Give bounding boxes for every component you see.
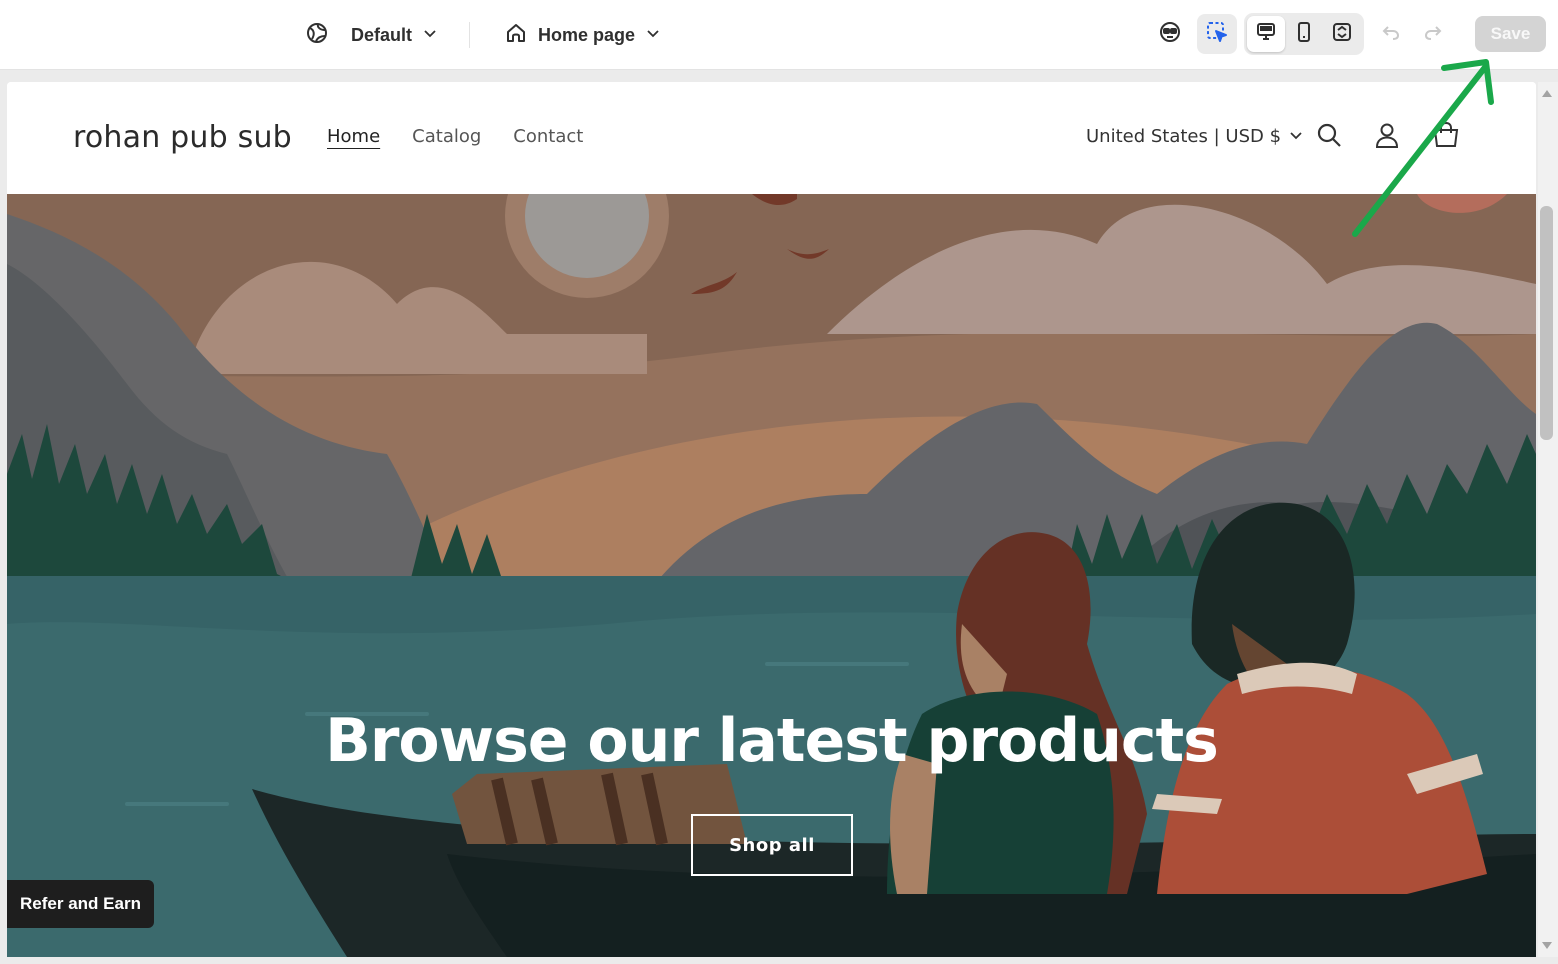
nav-contact[interactable]: Contact <box>513 126 583 147</box>
triangle-up-icon <box>1541 85 1553 103</box>
shop-all-button[interactable]: Shop all <box>691 814 853 876</box>
store-preview: rohan pub sub Home Catalog Contact Unite… <box>7 82 1536 957</box>
search-icon <box>1315 121 1343 154</box>
desktop-view-button[interactable] <box>1246 14 1286 54</box>
chevron-down-icon <box>645 25 661 46</box>
fullscreen-icon <box>1331 21 1353 48</box>
country-currency-selector[interactable]: United States | USD $ <box>1086 126 1303 147</box>
toolbar-divider <box>469 22 470 48</box>
store-header: rohan pub sub Home Catalog Contact Unite… <box>7 82 1536 194</box>
theme-selector-label: Default <box>351 24 413 45</box>
nav-home[interactable]: Home <box>327 126 380 147</box>
account-icon <box>1373 121 1401 154</box>
cart-button[interactable] <box>1429 120 1463 154</box>
sidekick-icon <box>1158 20 1182 49</box>
desktop-icon <box>1255 21 1277 48</box>
redo-button[interactable] <box>1413 14 1453 54</box>
undo-icon <box>1381 22 1401 47</box>
editor-toolbar: Default Home page Save <box>0 0 1558 70</box>
globe-icon <box>305 21 329 50</box>
hero-title: Browse our latest products <box>325 706 1219 776</box>
mobile-icon <box>1293 21 1315 48</box>
account-button[interactable] <box>1370 120 1404 154</box>
save-button[interactable]: Save <box>1475 16 1546 52</box>
cart-icon <box>1431 120 1461 155</box>
page-selector-label: Home page <box>538 24 636 45</box>
triangle-down-icon <box>1541 938 1553 956</box>
page-selector[interactable]: Home page <box>504 20 661 50</box>
currency-label: United States | USD $ <box>1086 126 1282 147</box>
fullscreen-view-button[interactable] <box>1322 14 1362 54</box>
store-brand[interactable]: rohan pub sub <box>73 120 292 155</box>
hero-banner: Browse our latest products Shop all Refe… <box>7 194 1536 957</box>
mobile-view-button[interactable] <box>1284 14 1324 54</box>
chevron-down-icon <box>422 25 438 46</box>
redo-icon <box>1423 22 1443 47</box>
home-icon <box>504 21 528 50</box>
undo-button[interactable] <box>1371 14 1411 54</box>
scroll-down-arrow[interactable] <box>1540 940 1553 953</box>
store-nav: Home Catalog Contact <box>327 126 583 147</box>
chevron-down-icon <box>1289 126 1303 147</box>
nav-catalog[interactable]: Catalog <box>412 126 481 147</box>
scrollbar-thumb[interactable] <box>1540 206 1553 440</box>
inspector-icon <box>1205 20 1229 49</box>
search-button[interactable] <box>1312 120 1346 154</box>
inspector-button[interactable] <box>1197 14 1237 54</box>
scroll-up-arrow[interactable] <box>1540 87 1553 100</box>
theme-selector[interactable]: Default <box>305 20 438 50</box>
refer-and-earn-button[interactable]: Refer and Earn <box>7 880 154 928</box>
sidekick-button[interactable] <box>1150 14 1190 54</box>
